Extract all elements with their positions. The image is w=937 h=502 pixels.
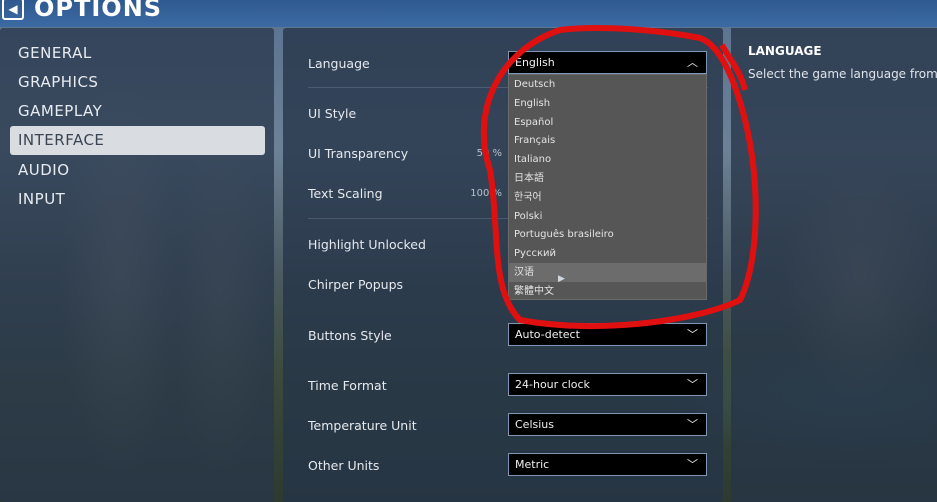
red-annotation-circle [480,25,759,330]
